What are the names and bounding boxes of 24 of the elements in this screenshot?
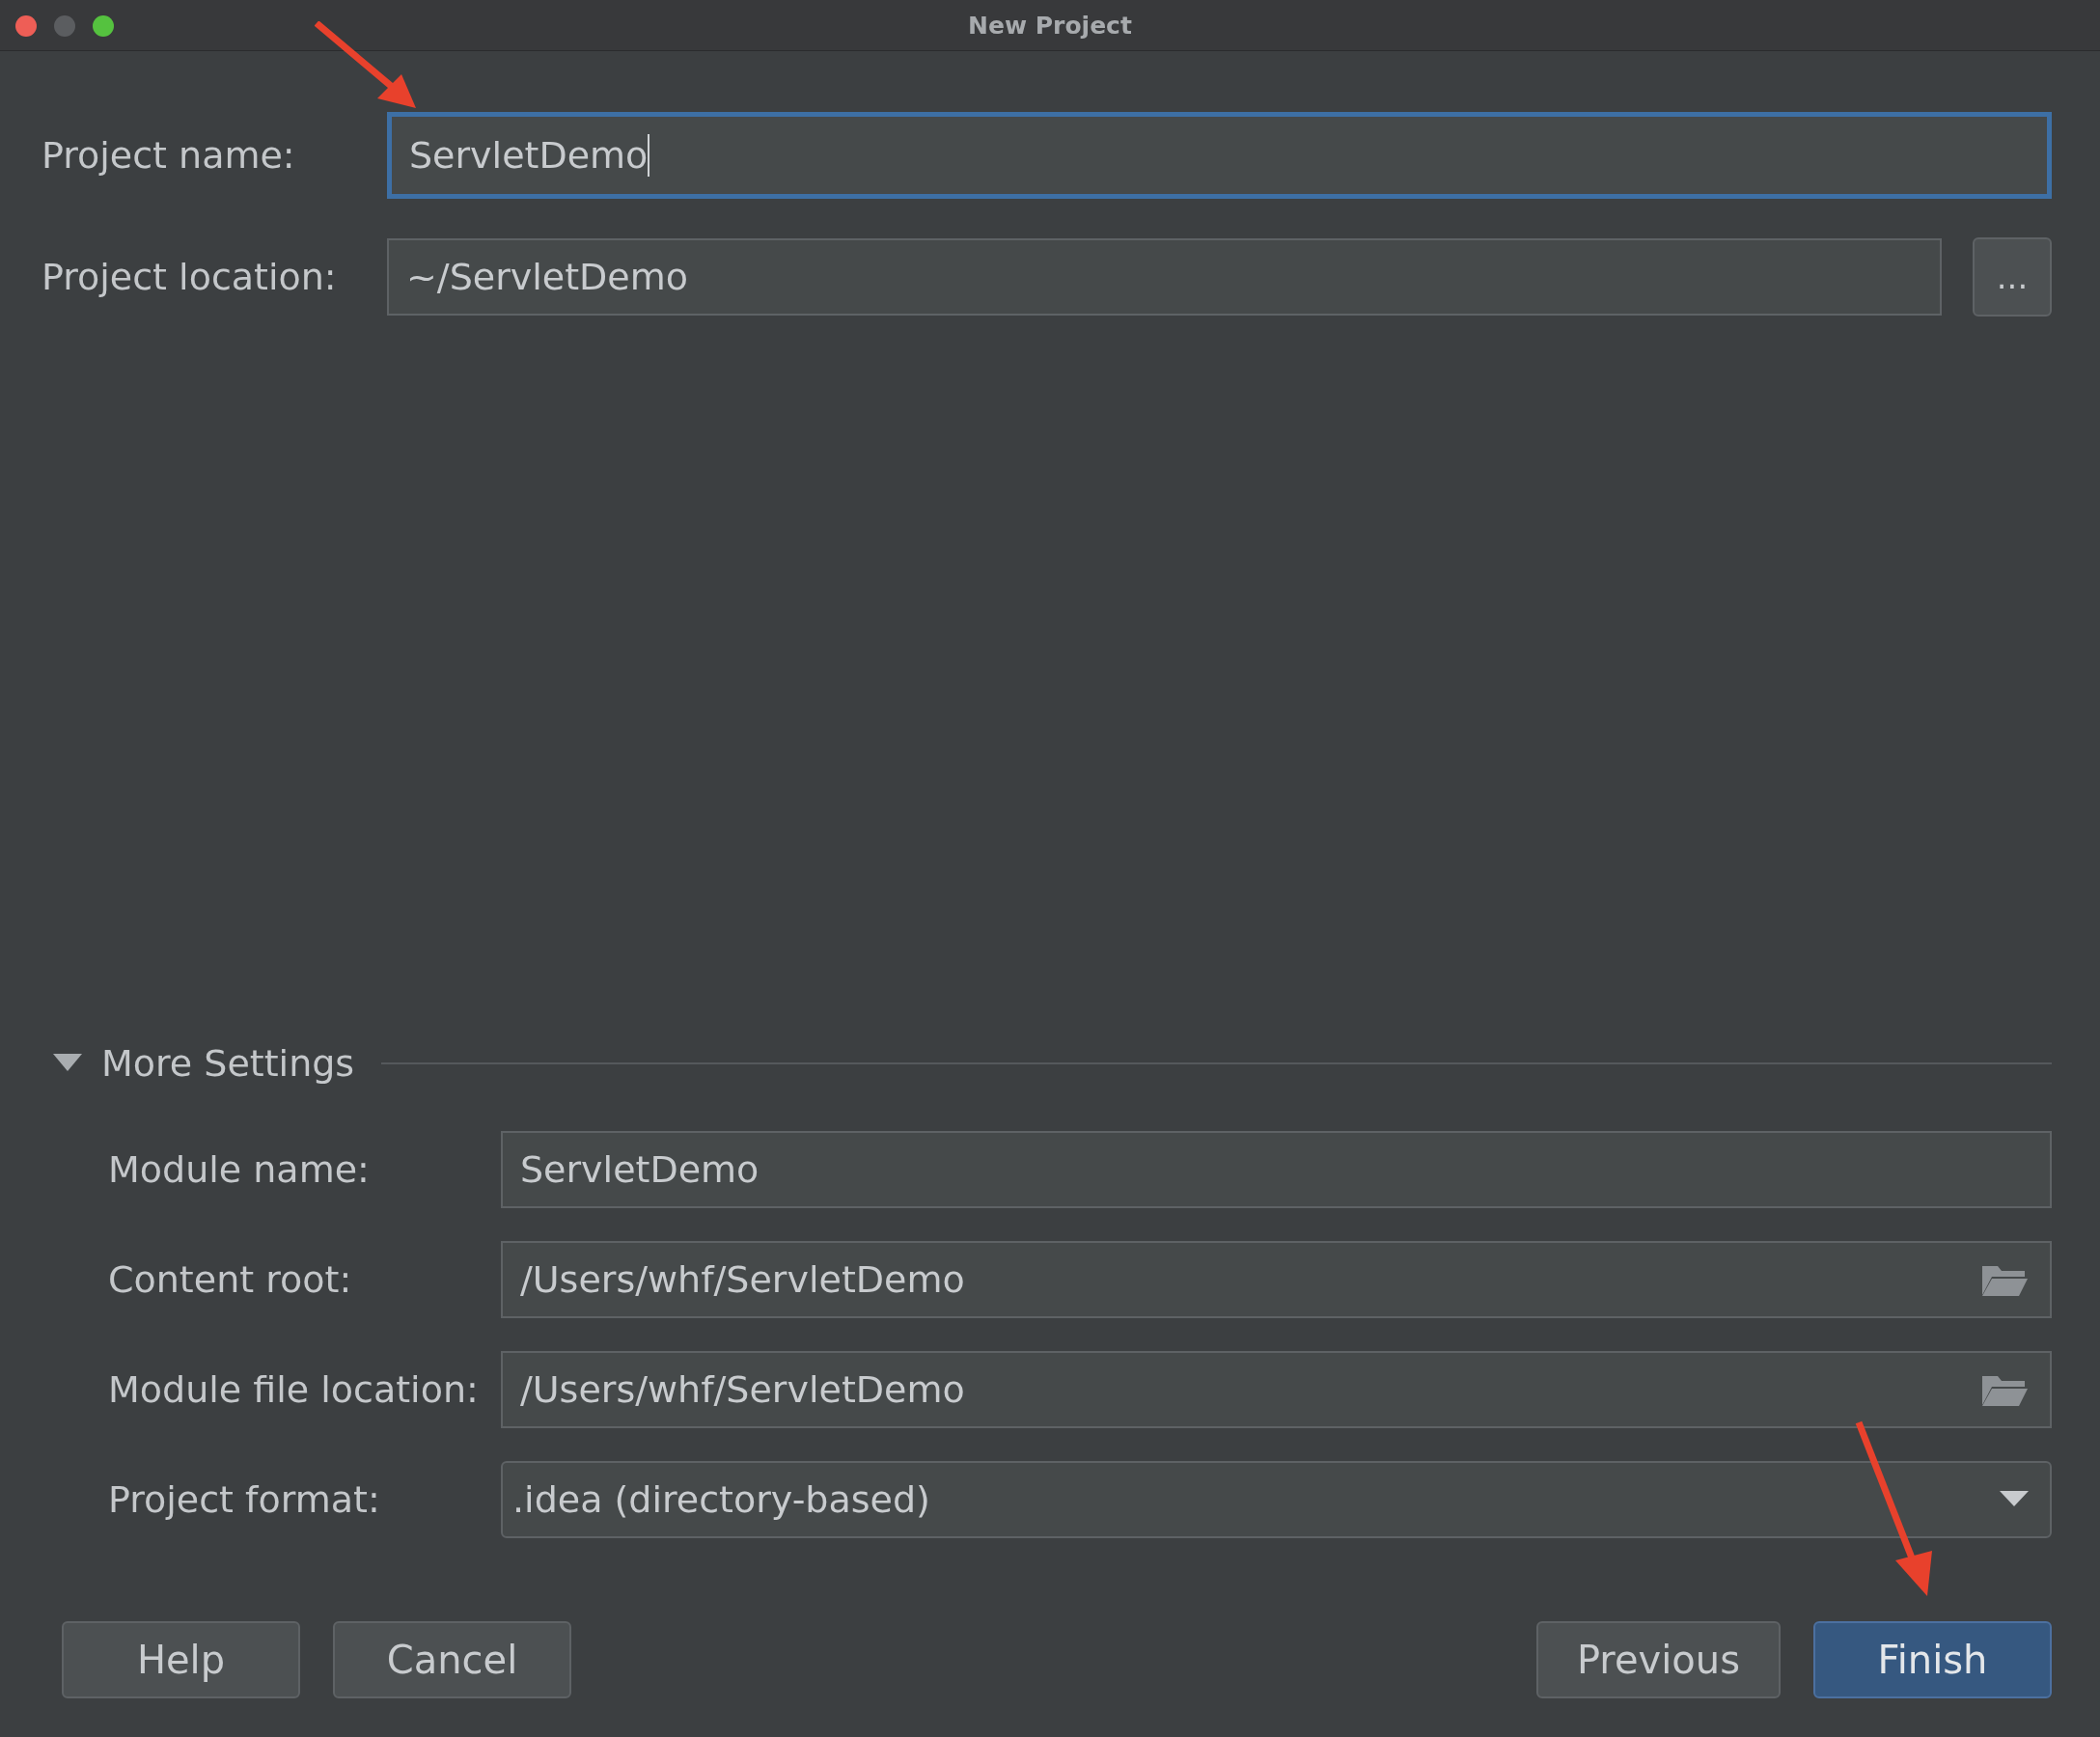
- window-title: New Project: [968, 11, 1132, 40]
- text-field[interactable]: /Users/whf/ServletDemo: [501, 1241, 2052, 1318]
- field-label: Module name:: [108, 1148, 371, 1191]
- dialog-button[interactable]: Help: [62, 1621, 300, 1698]
- dialog-button[interactable]: Finish: [1813, 1621, 2052, 1698]
- field-label: Project format:: [108, 1478, 381, 1521]
- text-field[interactable]: /Users/whf/ServletDemo: [501, 1351, 2052, 1428]
- dropdown[interactable]: .idea (directory-based): [501, 1461, 2052, 1538]
- section-title[interactable]: More Settings: [101, 1042, 355, 1085]
- collapse-triangle-icon[interactable]: [53, 1054, 82, 1073]
- text-field[interactable]: ~/ServletDemo: [387, 238, 1942, 316]
- close-button[interactable]: [15, 15, 37, 37]
- dialog-button[interactable]: Cancel: [333, 1621, 571, 1698]
- browse-button[interactable]: ...: [1973, 237, 2052, 317]
- field-label: Module file location:: [108, 1368, 480, 1411]
- dropdown-caret-icon: [2000, 1491, 2029, 1508]
- text-field[interactable]: ServletDemo: [501, 1131, 2052, 1208]
- zoom-button[interactable]: [93, 15, 114, 37]
- text-cursor: [648, 134, 650, 177]
- field-label: Project location:: [41, 256, 338, 298]
- field-label: Project name:: [41, 134, 296, 177]
- text-field[interactable]: ServletDemo: [387, 112, 2052, 199]
- field-label: Content root:: [108, 1258, 353, 1301]
- dialog-button[interactable]: Previous: [1535, 1621, 1781, 1698]
